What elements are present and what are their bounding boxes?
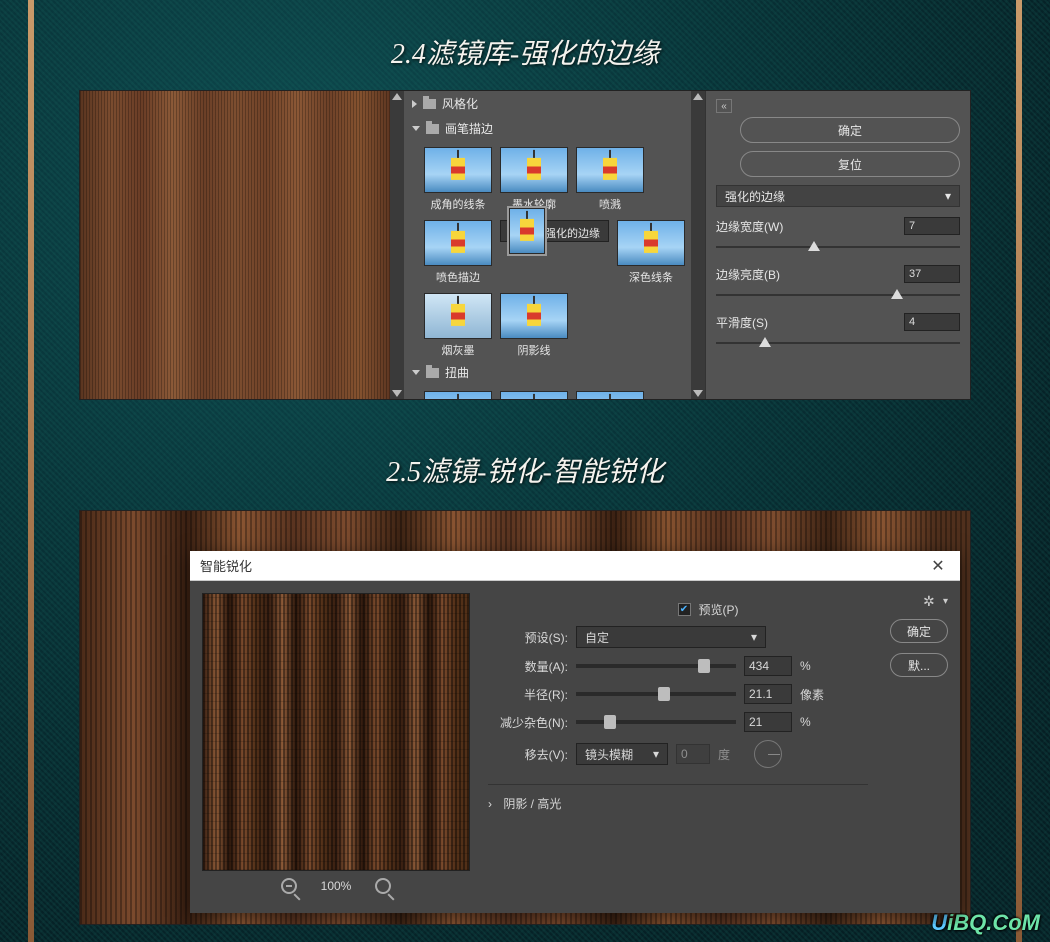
chevron-down-icon: ▾ xyxy=(751,630,757,644)
edge-width-input[interactable]: 7 xyxy=(904,217,960,235)
filter-tree: 风格化 画笔描边 成角的线条 墨水轮廓 喷溅 喷色描边 强化的边缘 深色线条 烟… xyxy=(404,91,691,399)
category-distort[interactable]: 扭曲 xyxy=(404,360,691,385)
folder-icon xyxy=(426,368,439,378)
shadows-highlights-expander[interactable]: › 阴影 / 高光 xyxy=(488,784,868,812)
zoom-out-icon[interactable] xyxy=(281,878,297,894)
noise-label: 减少杂色(N): xyxy=(488,714,568,731)
category-label: 画笔描边 xyxy=(445,120,493,137)
thumb-ink-outlines[interactable]: 墨水轮廓 xyxy=(500,147,568,212)
smoothness-label: 平滑度(S) xyxy=(716,314,768,331)
angle-dial[interactable] xyxy=(754,740,782,768)
thumb-sprayed-strokes[interactable]: 喷色描边 xyxy=(424,220,492,285)
zoom-level: 100% xyxy=(321,879,352,893)
preview-scrollbar[interactable] xyxy=(390,91,404,399)
filter-preview xyxy=(80,91,390,399)
noise-unit: % xyxy=(800,715,828,729)
scroll-up-icon[interactable] xyxy=(392,93,402,100)
scroll-up-icon[interactable] xyxy=(693,93,703,100)
noise-input[interactable]: 21 xyxy=(744,712,792,732)
remove-select[interactable]: 镜头模糊▾ xyxy=(576,743,668,765)
smart-sharpen-dialog: 智能锐化 ✕ 100% ✔ 预览(P) 预设(S): 自定▾ xyxy=(190,551,960,913)
gear-menu-icon[interactable]: ▾ xyxy=(943,596,948,607)
category-label: 扭曲 xyxy=(445,364,469,381)
amount-label: 数量(A): xyxy=(488,658,568,675)
tree-scrollbar[interactable] xyxy=(691,91,705,399)
thumb-spatter[interactable]: 喷溅 xyxy=(576,147,644,212)
filter-gallery-panel: 风格化 画笔描边 成角的线条 墨水轮廓 喷溅 喷色描边 强化的边缘 深色线条 烟… xyxy=(79,90,971,400)
radius-input[interactable]: 21.1 xyxy=(744,684,792,704)
chevron-down-icon: ▾ xyxy=(945,189,951,203)
thumb-distort-2[interactable] xyxy=(500,391,568,399)
preset-label: 预设(S): xyxy=(488,629,568,646)
watermark: UiBQ.CoM xyxy=(931,910,1040,936)
caret-down-icon xyxy=(412,370,420,375)
thumb-accented-edges[interactable]: 强化的边缘 xyxy=(500,220,609,242)
caret-right-icon xyxy=(412,100,417,108)
default-button[interactable]: 默... xyxy=(890,653,948,677)
ok-button[interactable]: 确定 xyxy=(890,619,948,643)
edge-brightness-slider[interactable] xyxy=(716,287,960,303)
reset-button[interactable]: 复位 xyxy=(740,151,960,177)
smart-sharpen-panel: 智能锐化 ✕ 100% ✔ 预览(P) 预设(S): 自定▾ xyxy=(79,510,971,925)
thumb-distort-3[interactable] xyxy=(576,391,644,399)
section-title-1: 2.4滤镜库-强化的边缘 xyxy=(0,32,1050,72)
chevron-down-icon: ▾ xyxy=(653,747,659,761)
dialog-titlebar: 智能锐化 ✕ xyxy=(190,551,960,581)
angle-input: 0 xyxy=(676,744,710,764)
category-brush-strokes[interactable]: 画笔描边 xyxy=(404,116,691,141)
smoothness-slider[interactable] xyxy=(716,335,960,351)
angle-unit: 度 xyxy=(718,746,746,763)
remove-label: 移去(V): xyxy=(488,746,568,763)
radius-unit: 像素 xyxy=(800,686,828,703)
section-title-2: 2.5滤镜-锐化-智能锐化 xyxy=(0,450,1050,490)
smoothness-input[interactable]: 4 xyxy=(904,313,960,331)
scroll-down-icon[interactable] xyxy=(693,390,703,397)
edge-width-slider[interactable] xyxy=(716,239,960,255)
thumb-dark-strokes[interactable]: 深色线条 xyxy=(617,220,685,285)
watermark-text: iBQ.CoM xyxy=(947,910,1040,935)
folder-icon xyxy=(426,124,439,134)
thumb-sumi-e[interactable]: 烟灰墨 xyxy=(424,293,492,358)
effect-name: 强化的边缘 xyxy=(725,188,785,205)
preset-select[interactable]: 自定▾ xyxy=(576,626,766,648)
dialog-title: 智能锐化 xyxy=(200,556,252,575)
caret-down-icon xyxy=(412,126,420,131)
radius-slider[interactable] xyxy=(576,692,736,696)
ok-button[interactable]: 确定 xyxy=(740,117,960,143)
close-button[interactable]: ✕ xyxy=(926,554,950,578)
filter-settings: « 确定 复位 强化的边缘 ▾ 边缘宽度(W) 7 边缘亮度(B) 37 平滑度(S)… xyxy=(705,91,970,399)
thumb-crosshatch[interactable]: 阴影线 xyxy=(500,293,568,358)
zoom-in-icon[interactable] xyxy=(375,878,391,894)
effect-dropdown[interactable]: 强化的边缘 ▾ xyxy=(716,185,960,207)
sharpen-preview-area: 100% xyxy=(202,593,470,901)
scroll-down-icon[interactable] xyxy=(392,390,402,397)
radius-label: 半径(R): xyxy=(488,686,568,703)
collapse-button[interactable]: « xyxy=(716,99,732,113)
category-stylize[interactable]: 风格化 xyxy=(404,91,691,116)
chevron-right-icon: › xyxy=(488,797,492,811)
folder-icon xyxy=(423,99,436,109)
amount-unit: % xyxy=(800,659,828,673)
amount-input[interactable]: 434 xyxy=(744,656,792,676)
edge-brightness-input[interactable]: 37 xyxy=(904,265,960,283)
sharpen-preview[interactable] xyxy=(202,593,470,871)
category-label: 风格化 xyxy=(442,95,478,112)
thumb-angled-strokes[interactable]: 成角的线条 xyxy=(424,147,492,212)
edge-width-label: 边缘宽度(W) xyxy=(716,218,783,235)
amount-slider[interactable] xyxy=(576,664,736,668)
sharpen-controls: ✔ 预览(P) 预设(S): 自定▾ 数量(A): 434 % 半径(R): 2… xyxy=(484,593,872,901)
edge-brightness-label: 边缘亮度(B) xyxy=(716,266,780,283)
preview-label: 预览(P) xyxy=(699,601,739,618)
noise-slider[interactable] xyxy=(576,720,736,724)
preview-checkbox[interactable]: ✔ xyxy=(678,603,691,616)
gear-icon[interactable]: ✲ xyxy=(923,593,937,607)
thumb-distort-1[interactable] xyxy=(424,391,492,399)
